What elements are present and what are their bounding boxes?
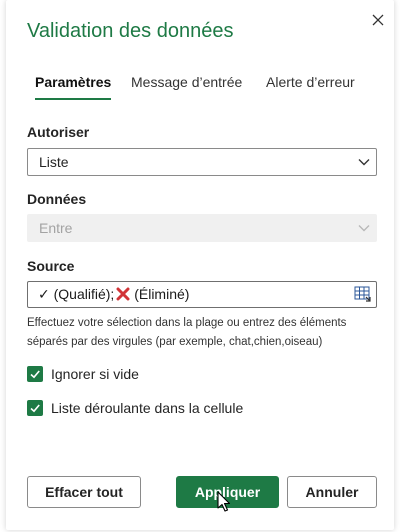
source-value-part1: ✓ (Qualifié); (38, 286, 115, 302)
allow-select-value: Liste (39, 154, 69, 170)
chevron-down-icon (358, 159, 370, 166)
data-select: Entre (27, 214, 377, 242)
ignore-blank-label: Ignorer si vide (51, 366, 139, 382)
data-label: Données (27, 191, 87, 207)
tab-parametres[interactable]: Paramètres (35, 70, 112, 100)
in-cell-dropdown-option[interactable]: Liste déroulante dans la cellule (27, 399, 243, 417)
checkmark-icon (30, 404, 40, 413)
dialog-title: Validation des données (27, 20, 234, 42)
source-label: Source (27, 258, 75, 274)
checkmark-icon (30, 370, 40, 379)
tab-bar: Paramètres Message d’entrée Alerte d’err… (27, 70, 377, 106)
chevron-down-icon (358, 225, 370, 232)
ignore-blank-checkbox[interactable] (27, 366, 43, 382)
data-validation-dialog: Validation des données Paramètres Messag… (6, 0, 394, 530)
in-cell-dropdown-checkbox[interactable] (27, 400, 43, 416)
ignore-blank-option[interactable]: Ignorer si vide (27, 365, 139, 383)
allow-label: Autoriser (27, 124, 90, 140)
close-icon (372, 14, 384, 26)
source-input[interactable]: ✓ (Qualifié); (Éliminé) (27, 281, 377, 308)
help-text: Effectuez votre sélection dans la plage … (27, 317, 347, 348)
data-select-value: Entre (39, 220, 73, 236)
tab-message-entree[interactable]: Message d’entrée (131, 70, 242, 100)
cross-mark-icon (116, 287, 130, 301)
range-select-icon[interactable] (354, 286, 371, 303)
cancel-button[interactable]: Annuler (287, 476, 377, 508)
clear-all-button[interactable]: Effacer tout (27, 476, 141, 508)
mouse-pointer-icon (217, 491, 231, 512)
tab-alerte-erreur[interactable]: Alerte d’erreur (266, 70, 355, 100)
allow-select[interactable]: Liste (27, 148, 377, 176)
source-value-part2: (Éliminé) (130, 286, 190, 302)
close-button[interactable] (368, 10, 388, 30)
in-cell-dropdown-label: Liste déroulante dans la cellule (51, 400, 244, 416)
